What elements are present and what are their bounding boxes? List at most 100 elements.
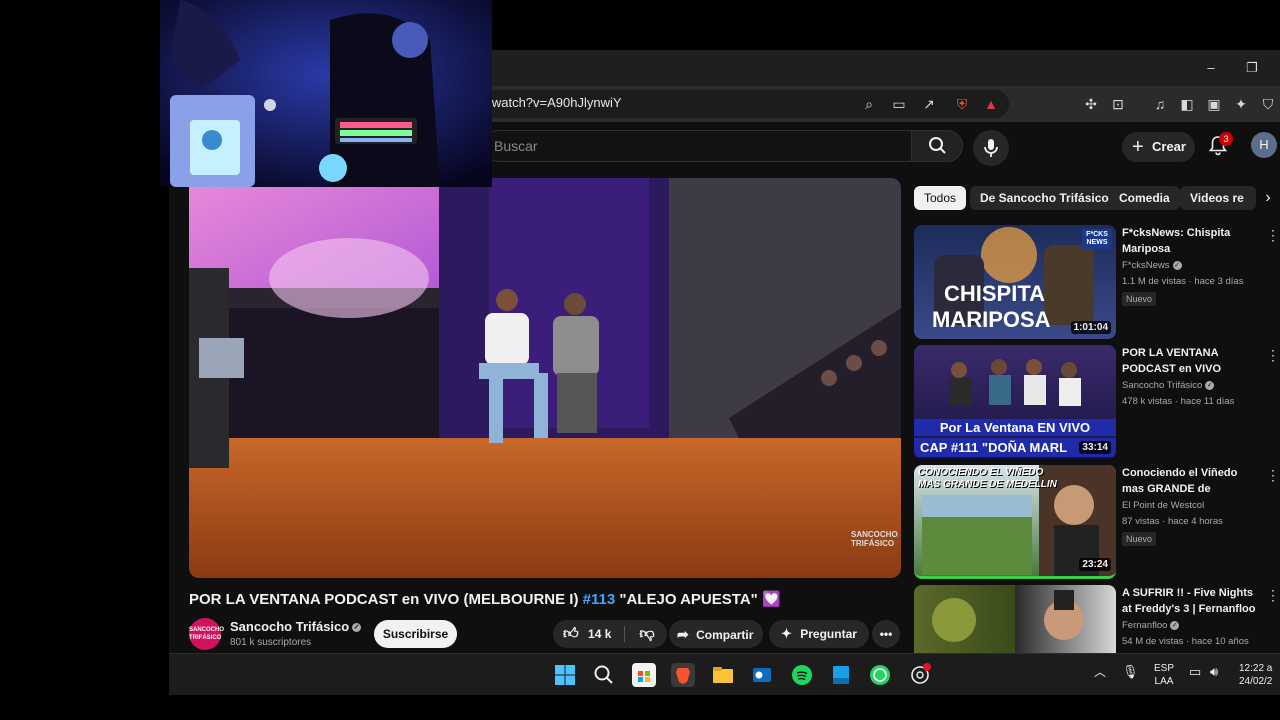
create-button[interactable]: + Crear: [1122, 132, 1195, 162]
like-count: 14 k: [588, 627, 612, 641]
recommendation-meta: 478 k vistas · hace 11 días: [1122, 396, 1235, 407]
video-player[interactable]: SANCOCHO TRIFÁSICO: [189, 178, 901, 578]
brave-shield-icon[interactable]: ⛨: [952, 94, 972, 114]
app-window-icon[interactable]: [829, 663, 853, 687]
more-options-icon[interactable]: ⋮: [1266, 467, 1280, 484]
video-thumbnail[interactable]: [914, 585, 1116, 653]
upload-age: hace 4 horas: [1167, 516, 1223, 527]
plus-icon: +: [1132, 136, 1144, 158]
video-hashtag[interactable]: #113: [583, 591, 616, 608]
subscribe-button[interactable]: Suscribirse: [374, 620, 457, 648]
like-divider: [624, 626, 625, 642]
ask-label: Preguntar: [800, 627, 857, 641]
webcam-feed: [160, 0, 492, 187]
media-icon[interactable]: ♫: [1150, 94, 1170, 114]
like-button[interactable]: 👍︎ 14 k: [553, 620, 623, 648]
recommendation-channel[interactable]: Fernanfloo ✓: [1122, 620, 1180, 631]
video-title: POR LA VENTANA PODCAST en VIVO (MELBOURN…: [189, 590, 781, 608]
recommendation-title[interactable]: A SUFRIR !! - Five Nights at Freddy's 3 …: [1122, 585, 1262, 617]
ask-button[interactable]: ✦ Preguntar: [769, 620, 869, 648]
account-avatar[interactable]: H: [1251, 132, 1277, 158]
microsoft-store-icon[interactable]: [632, 663, 656, 687]
view-count: 1.1 M de vistas: [1122, 276, 1186, 287]
dislike-button[interactable]: 👎︎: [627, 620, 667, 648]
upload-age: hace 11 días: [1180, 396, 1235, 407]
chip-recent[interactable]: Videos re: [1180, 186, 1256, 210]
chips-next-chevron-icon[interactable]: ›: [1256, 182, 1280, 214]
sidebar-icon[interactable]: ◧: [1177, 94, 1197, 114]
share-page-icon[interactable]: ↗: [919, 94, 939, 114]
like-dislike-group: 👍︎ 14 k 👎︎: [553, 620, 667, 648]
view-count: 54 M de vistas: [1122, 636, 1184, 647]
video-thumbnail[interactable]: F*CKS NEWS CHISPITA MARIPOSA 1:01:04: [914, 225, 1116, 339]
recommendation-channel[interactable]: El Point de Westcol: [1122, 500, 1204, 511]
voice-search-button[interactable]: [973, 130, 1009, 166]
wallet-icon[interactable]: ▣: [1204, 94, 1224, 114]
more-options-icon[interactable]: ⋮: [1266, 227, 1280, 244]
clock-time: 12:22 a: [1239, 663, 1273, 674]
recommendation-channel[interactable]: F*cksNews ✓: [1122, 260, 1182, 271]
brave-browser-icon[interactable]: [671, 663, 695, 687]
search-button[interactable]: [911, 130, 963, 162]
webcam-overlay: [160, 0, 492, 187]
notifications-badge: 3: [1219, 132, 1233, 146]
whatsapp-icon[interactable]: [868, 663, 892, 687]
windows-start-icon[interactable]: [553, 663, 577, 687]
recommendation-title[interactable]: F*cksNews: Chispita Mariposa: [1122, 225, 1262, 257]
verified-icon: ✓: [352, 623, 362, 633]
recommendation-item[interactable]: A SUFRIR !! - Five Nights at Freddy's 3 …: [914, 585, 1280, 653]
restore-button[interactable]: ❐: [1240, 58, 1264, 78]
leo-ai-icon[interactable]: ✦: [1231, 94, 1251, 114]
chip-channel[interactable]: De Sancocho Trifásico: [970, 186, 1119, 210]
video-thumbnail[interactable]: CONOCIENDO EL VIÑEDO MAS GRANDE DE MEDEL…: [914, 465, 1116, 579]
heart-emoji-icon: 💟: [761, 591, 781, 608]
video-frame: [189, 178, 901, 578]
more-options-icon[interactable]: ⋮: [1266, 587, 1280, 604]
brave-rewards-icon[interactable]: ▲: [981, 94, 1001, 114]
extensions-icon[interactable]: ✣: [1081, 94, 1101, 114]
channel-label: F*cksNews: [1122, 260, 1170, 271]
recommendation-title[interactable]: Conociendo el Viñedo mas GRANDE de COLOM…: [1122, 465, 1262, 497]
recommendation-item[interactable]: CONOCIENDO EL VIÑEDO MAS GRANDE DE MEDEL…: [914, 465, 1280, 581]
spotify-icon[interactable]: [790, 663, 814, 687]
chatgpt-icon[interactable]: [908, 663, 932, 687]
channel-name-label: Sancocho Trifásico: [230, 619, 350, 634]
recommendation-item[interactable]: Por La Ventana EN VIVO CAP #111 "DOÑA MA…: [914, 345, 1280, 461]
tray-overflow-chevron-icon[interactable]: ︿: [1094, 666, 1106, 679]
channel-label: Sancocho Trifásico: [1122, 380, 1203, 391]
thumbs-up-icon: 👍︎: [563, 625, 579, 642]
zoom-icon[interactable]: ⌕: [859, 94, 879, 114]
video-thumbnail[interactable]: Por La Ventana EN VIVO CAP #111 "DOÑA MA…: [914, 345, 1116, 459]
cast-icon[interactable]: ▭: [889, 94, 909, 114]
search-input[interactable]: Buscar: [483, 130, 911, 162]
video-watermark: SANCOCHO TRIFÁSICO: [851, 530, 898, 548]
chip-all[interactable]: Todos: [914, 186, 967, 210]
outlook-mail-icon[interactable]: [750, 663, 774, 687]
share-button[interactable]: ➦ Compartir: [669, 620, 763, 648]
minimize-button[interactable]: –: [1199, 58, 1223, 78]
upload-age: hace 10 años: [1191, 636, 1249, 647]
more-dots-icon: •••: [879, 627, 893, 641]
view-count: 87 vistas: [1122, 516, 1160, 527]
tray-microphone-icon[interactable]: 🎙︎: [1122, 665, 1139, 678]
url-text[interactable]: n/watch?v=A90hJlynwiY: [481, 95, 622, 110]
volume-icon[interactable]: 🔊︎: [1210, 665, 1218, 678]
channel-avatar[interactable]: SANCOCHO TRIFÁSICO: [189, 618, 224, 650]
recommendation-channel[interactable]: Sancocho Trifásico ✓: [1122, 380, 1215, 391]
screenshot-icon[interactable]: ⊡: [1108, 94, 1128, 114]
chip-comedy[interactable]: Comedia: [1109, 186, 1180, 210]
channel-name[interactable]: Sancocho Trifásico ✓: [230, 619, 362, 634]
more-actions-button[interactable]: •••: [872, 620, 900, 648]
language-indicator[interactable]: ESP LAA: [1154, 662, 1174, 688]
recommendation-item[interactable]: F*CKS NEWS CHISPITA MARIPOSA 1:01:04 F*c…: [914, 225, 1280, 341]
recommendation-title[interactable]: POR LA VENTANA PODCAST en VIVO (SIDN...: [1122, 345, 1262, 377]
clock[interactable]: 12:22 a 24/02/2: [1239, 662, 1280, 688]
network-icon[interactable]: ▭: [1189, 665, 1201, 678]
vpn-icon[interactable]: ⛉: [1258, 94, 1278, 114]
taskbar-search-icon[interactable]: [592, 663, 616, 687]
clock-date: 24/02/2: [1239, 676, 1273, 687]
more-options-icon[interactable]: ⋮: [1266, 347, 1280, 364]
file-explorer-icon[interactable]: [711, 663, 735, 687]
thumbnail-text-1: CONOCIENDO EL VIÑEDO MAS GRANDE DE MEDEL…: [918, 467, 1057, 490]
recommendation-meta: 87 vistas · hace 4 horas: [1122, 516, 1223, 527]
